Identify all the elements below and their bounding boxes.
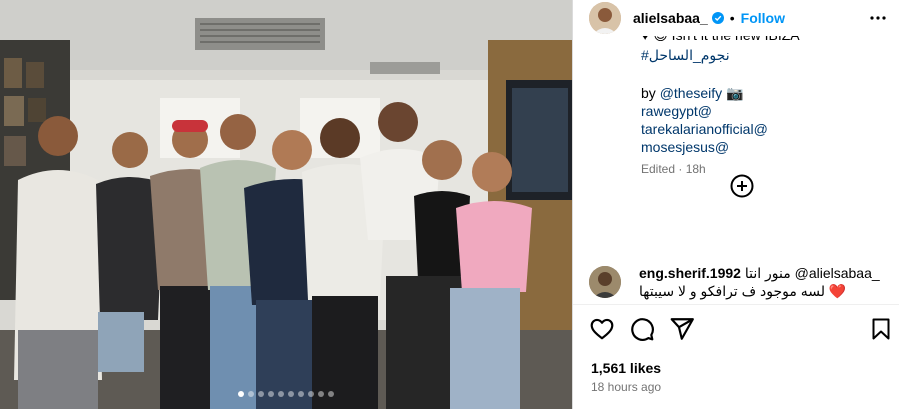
add-circle-icon[interactable] — [730, 174, 754, 203]
comment-icon[interactable] — [629, 316, 655, 347]
divider — [573, 304, 899, 305]
credit-mention[interactable]: @theseify — [660, 85, 722, 101]
carousel-dot[interactable] — [318, 391, 324, 397]
commenter-avatar[interactable] — [589, 266, 621, 298]
carousel-dot[interactable] — [328, 391, 334, 397]
meta-separator: · — [675, 162, 686, 176]
comment-text-line2: لسه موجود ف ترافكو و لا سيبتها ❤️ — [639, 283, 847, 299]
edited-label: Edited — [641, 162, 676, 176]
caption-meta: Edited · 18h — [641, 162, 899, 176]
comment-item: eng.sherif.1992 منور انتا @alielsabaa_ ل… — [573, 258, 899, 304]
comment-text-line1: منور انتا @alielsabaa_ — [744, 265, 880, 281]
header-separator: • — [729, 10, 735, 26]
camera-icon: 📷 — [726, 85, 744, 101]
carousel-dot[interactable] — [288, 391, 294, 397]
username[interactable]: alielsabaa_ — [633, 10, 708, 26]
post-header: alielsabaa_ • Follow — [573, 0, 899, 36]
likes-count[interactable]: 1,561 likes — [591, 360, 661, 376]
photo-credit: by @theseify 📷 — [641, 84, 899, 102]
verified-badge-icon — [711, 12, 724, 24]
carousel-dot[interactable] — [238, 391, 244, 397]
carousel-indicator — [0, 391, 572, 397]
post-caption: ♥ 😊 Isn't it the new IBIZA #نجوم_الساحل … — [573, 36, 899, 265]
post-timestamp[interactable]: 18 hours ago — [591, 380, 661, 394]
more-options-icon[interactable] — [868, 8, 888, 33]
heart-icon[interactable] — [589, 316, 615, 347]
mention-link[interactable]: tarekalarianofficial@ — [641, 121, 768, 137]
mention-link[interactable]: rawegypt@ — [641, 103, 712, 119]
follow-button[interactable]: Follow — [741, 10, 785, 26]
carousel-dot[interactable] — [308, 391, 314, 397]
bookmark-icon[interactable] — [869, 316, 893, 347]
carousel-dot[interactable] — [248, 391, 254, 397]
avatar[interactable] — [589, 2, 621, 34]
hashtag-link[interactable]: #نجوم_الساحل — [641, 47, 730, 63]
credit-prefix: by — [641, 85, 660, 101]
edited-time: 18h — [685, 162, 706, 176]
mention-link[interactable]: mosesjesus@ — [641, 139, 729, 155]
carousel-dot[interactable] — [258, 391, 264, 397]
action-bar — [573, 316, 899, 346]
carousel-dot[interactable] — [268, 391, 274, 397]
comment-username[interactable]: eng.sherif.1992 — [639, 265, 741, 281]
carousel-dot[interactable] — [298, 391, 304, 397]
caption-partial-line: ♥ 😊 Isn't it the new IBIZA — [641, 36, 899, 44]
post-photo[interactable] — [0, 0, 572, 409]
group-photo-illustration — [0, 0, 572, 409]
carousel-dot[interactable] — [278, 391, 284, 397]
share-icon[interactable] — [669, 316, 695, 347]
post-details-panel: alielsabaa_ • Follow ♥ 😊 Isn't it the ne… — [572, 0, 899, 409]
